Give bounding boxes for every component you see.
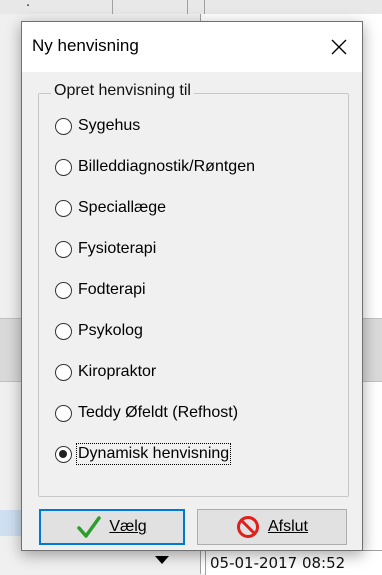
radio-fodterapi[interactable]: Fodterapi [55,280,147,300]
scroll-down-arrow-icon[interactable] [155,556,169,564]
radio-circle[interactable] [55,363,72,381]
background-date-text: 05-01-2017 08:52 [210,554,346,572]
radio-circle-checked[interactable] [55,445,72,463]
no-entry-icon [236,515,260,539]
radio-label: Fodterapi [78,281,146,298]
radio-circle[interactable] [55,281,72,299]
new-referral-dialog: Ny henvisning Opret henvisning til Sygeh… [21,21,363,551]
referral-type-group: Opret henvisning til Sygehus Billeddiagn… [38,82,349,497]
radio-circle[interactable] [55,117,72,135]
radio-psykolog[interactable]: Psykolog [55,321,144,341]
radio-label: Kiropraktor [78,363,157,380]
checkmark-icon [77,516,102,538]
radio-dynamisk-henvisning[interactable]: Dynamisk henvisning [55,443,232,465]
background-date-cell: 05-01-2017 08:52 [205,550,382,575]
radio-label: Psykolog [78,322,143,339]
radio-sygehus[interactable]: Sygehus [55,116,141,136]
choose-button-label: Vælg [109,518,147,535]
choose-button[interactable]: Vælg [39,509,185,545]
radio-circle[interactable] [55,240,72,258]
dialog-titlebar: Ny henvisning [22,22,362,72]
close-icon [331,39,347,55]
radio-fysioterapi[interactable]: Fysioterapi [55,239,157,259]
radio-circle[interactable] [55,322,72,340]
radio-kiropraktor[interactable]: Kiropraktor [55,362,157,382]
radio-circle[interactable] [55,404,72,422]
radio-label: Fysioterapi [78,240,157,257]
group-label: Opret henvisning til [51,82,194,100]
radio-circle[interactable] [55,158,72,176]
background-table-header: . [0,0,382,15]
cancel-button-label: Afslut [267,518,308,535]
radio-label: Dynamisk henvisning [75,443,232,465]
radio-billeddiagnostik[interactable]: Billeddiagnostik/Røntgen [55,157,256,177]
radio-teddy-oefeldt[interactable]: Teddy Øfeldt (Refhost) [55,403,239,423]
cancel-button[interactable]: Afslut [197,509,347,545]
dialog-title: Ny henvisning [32,36,139,55]
radio-label: Speciallæge [78,199,167,216]
radio-circle[interactable] [55,199,72,217]
radio-label: Billeddiagnostik/Røntgen [78,158,255,175]
radio-specialaege[interactable]: Speciallæge [55,198,167,218]
close-button[interactable] [316,22,362,72]
radio-label: Teddy Øfeldt (Refhost) [78,404,239,421]
radio-label: Sygehus [78,117,141,134]
